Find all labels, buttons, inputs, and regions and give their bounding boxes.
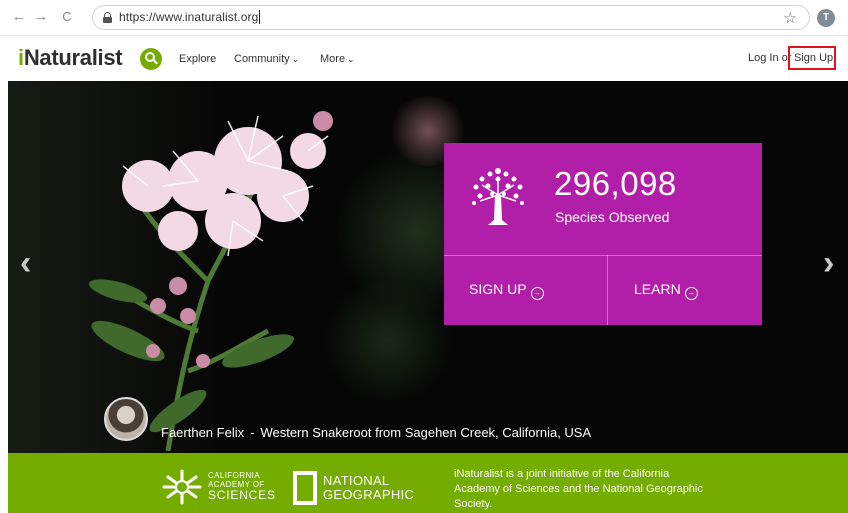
url-text[interactable]: https://www.inaturalist.org: [119, 10, 261, 24]
caption-location: from Sagehen Creek, California, USA: [375, 425, 592, 440]
bookmark-star-icon[interactable]: ☆: [784, 9, 797, 27]
prev-slide-arrow[interactable]: ‹: [20, 244, 31, 283]
species-count: 296,098: [554, 165, 677, 202]
species-count-label: Species Observed: [555, 209, 670, 225]
hero-banner: ‹ › 296,098 Species Observed SIGN UP → L…: [8, 81, 848, 453]
species-stat-card: 296,098 Species Observed SIGN UP → LEARN →: [444, 143, 762, 325]
reload-icon[interactable]: C: [58, 8, 76, 26]
nav-community[interactable]: Community ⌄: [234, 53, 299, 65]
search-icon[interactable]: [140, 48, 162, 70]
signup-cta-button[interactable]: SIGN UP →: [469, 281, 544, 300]
chevron-down-icon: ⌄: [291, 54, 300, 64]
inaturalist-logo[interactable]: iNaturalist: [18, 45, 123, 71]
photo-caption: Faerthen Felix - Western Snakeroot from Sa…: [161, 425, 592, 440]
forward-icon[interactable]: →: [32, 8, 50, 26]
footer-blurb: iNaturalist is a joint initiative of the…: [454, 468, 703, 510]
profile-avatar[interactable]: T: [817, 9, 835, 27]
chevron-down-icon: ⌄: [347, 54, 355, 64]
nat-geo-frame-icon[interactable]: [293, 471, 317, 505]
cas-name[interactable]: CALIFORNIA ACADEMY OF SCIENCES: [208, 471, 276, 502]
species-name[interactable]: Western Snakeroot: [260, 425, 371, 440]
arrow-circle-icon: →: [530, 287, 544, 300]
signup-highlight: Sign Up: [788, 46, 836, 70]
nav-more[interactable]: More ⌄: [320, 53, 355, 65]
cas-logo-icon[interactable]: [158, 467, 206, 507]
login-link[interactable]: Log In or: [748, 52, 791, 64]
observer-name[interactable]: Faerthen Felix: [161, 425, 244, 440]
address-bar[interactable]: https://www.inaturalist.org ☆: [92, 5, 810, 30]
partner-footer: CALIFORNIA ACADEMY OF SCIENCES NATIONAL …: [8, 453, 848, 513]
observer-avatar[interactable]: [104, 397, 148, 441]
flower-photo: [88, 111, 333, 451]
nav-explore[interactable]: Explore: [179, 53, 216, 65]
next-slide-arrow[interactable]: ›: [823, 244, 834, 283]
browser-toolbar: ← → C https://www.inaturalist.org ☆ T: [0, 0, 848, 36]
arrow-circle-icon: →: [684, 287, 698, 300]
lock-icon: [103, 12, 112, 23]
nat-geo-name[interactable]: NATIONAL GEOGRAPHIC: [323, 474, 414, 502]
learn-cta-button[interactable]: LEARN →: [634, 281, 698, 300]
signup-link[interactable]: Sign Up: [794, 52, 833, 64]
tree-icon: [472, 168, 524, 225]
site-header: iNaturalist Explore Community ⌄ More ⌄ Log…: [0, 37, 848, 81]
back-icon[interactable]: ←: [10, 8, 28, 26]
